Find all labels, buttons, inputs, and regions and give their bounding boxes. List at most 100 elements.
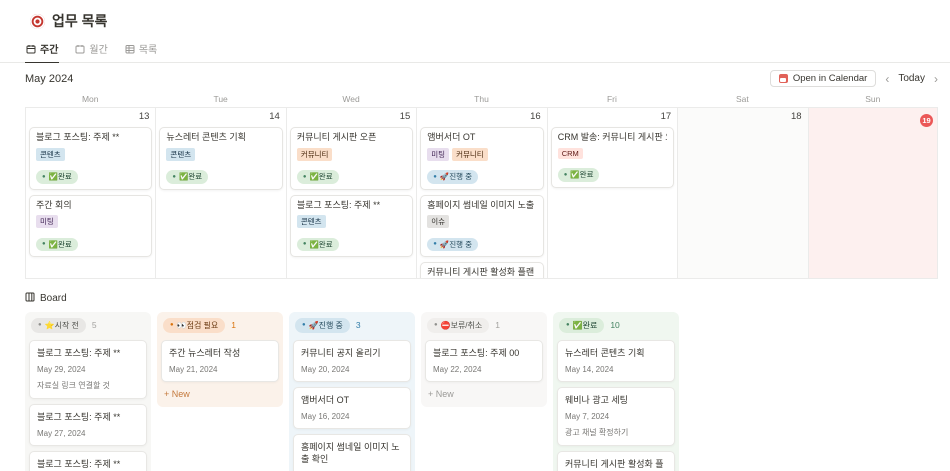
event-tag: 커뮤니티 xyxy=(452,148,488,161)
board-column-header: ●⛔보류/취소1 xyxy=(425,316,543,340)
calendar-day-cell[interactable]: 19 xyxy=(808,108,938,278)
board-card-date: May 20, 2024 xyxy=(301,365,403,374)
board-status-label: 🚀진행 중 xyxy=(309,320,343,331)
board-card[interactable]: 앰버서더 OTMay 16, 2024 xyxy=(293,387,411,429)
board-status-label: ⛔보류/취소 xyxy=(441,320,483,331)
calendar-day-cell[interactable]: 16앰버서더 OT미팅커뮤니티●🚀진행 중홈페이지 썸네일 이미지 노출 확인이… xyxy=(416,108,546,278)
new-card-button[interactable]: + New xyxy=(161,387,279,401)
month-label: May 2024 xyxy=(25,73,73,85)
board-status-pill[interactable]: ●👀점검 필요 xyxy=(163,318,225,333)
board-card-date: May 29, 2024 xyxy=(37,365,139,374)
status-dot: ● xyxy=(303,241,307,247)
board-card-title: 주간 뉴스레터 작성 xyxy=(169,347,271,359)
board-icon xyxy=(25,292,35,305)
status-label: 🚀진행 중 xyxy=(440,239,472,250)
calendar-red-icon xyxy=(779,74,788,83)
calendar-month-icon xyxy=(75,44,85,54)
calendar-event-card[interactable]: 커뮤니티 게시판 활성화 플랜커뮤니티●✅완료 xyxy=(420,262,543,278)
calendar-event-card[interactable]: 블로그 포스팅: 주제 **콘텐츠●✅완료 xyxy=(29,127,152,190)
event-status-pill: ●✅완료 xyxy=(297,238,339,252)
today-date: 19 xyxy=(809,108,937,125)
board-card[interactable]: 뉴스레터 콘텐츠 기획May 14, 2024 xyxy=(557,340,675,382)
board-card[interactable]: 블로그 포스팅: 주제 **May 29, 2024자료실 링크 연결할 것 xyxy=(29,340,147,399)
calendar-day-cell[interactable]: 15커뮤니티 게시판 오픈커뮤니티●✅완료블로그 포스팅: 주제 **콘텐츠●✅… xyxy=(286,108,416,278)
event-tag-row: 미팅 xyxy=(36,215,145,228)
board-card-date: May 14, 2024 xyxy=(565,365,667,374)
open-in-calendar-button[interactable]: Open in Calendar xyxy=(770,70,876,87)
weekday-label: Mon xyxy=(25,90,155,107)
status-label: ✅완료 xyxy=(49,239,72,250)
event-status-pill: ●🚀진행 중 xyxy=(427,170,478,184)
board-card[interactable]: 블로그 포스팅: 주제 00May 22, 2024 xyxy=(425,340,543,382)
event-tag-row: 콘텐츠 xyxy=(166,148,275,161)
board-column-count: 1 xyxy=(231,320,236,330)
board-card-title: 커뮤니티 공지 올리기 xyxy=(301,347,403,359)
board-card[interactable]: 커뮤니티 공지 올리기 May 20, 2024 xyxy=(293,340,411,382)
weekday-label: Sun xyxy=(808,90,938,107)
board-card[interactable]: 블로그 포스팅: 주제 **May 9, 2024 xyxy=(29,451,147,471)
calendar-day-cell[interactable]: 18 xyxy=(677,108,807,278)
event-status-pill: ●✅완료 xyxy=(297,170,339,184)
calendar-day-cell[interactable]: 14 뉴스레터 콘텐츠 기획콘텐츠●✅완료 xyxy=(155,108,285,278)
new-card-button[interactable]: + New xyxy=(425,387,543,401)
tab-weekly[interactable]: 주간 xyxy=(25,38,59,63)
event-tag-row: 콘텐츠 xyxy=(36,148,145,161)
calendar-event-card[interactable]: 홈페이지 썸네일 이미지 노출 확인이슈●🚀진행 중 xyxy=(420,195,543,258)
page-title: 업무 목록 xyxy=(52,11,107,31)
board-card[interactable]: 커뮤니티 게시판 활성화 플랜May 16, 2024 xyxy=(557,451,675,471)
board-card[interactable]: 웨비나 광고 세팅May 7, 2024광고 채널 확정하기 xyxy=(557,387,675,446)
calendar-event-card[interactable]: CRM 발송: 커뮤니티 게시판 오픈CRM●✅완료 xyxy=(551,127,674,188)
calendar-event-card[interactable]: 블로그 포스팅: 주제 **콘텐츠●✅완료 xyxy=(290,195,413,258)
status-label: ✅완료 xyxy=(49,171,72,182)
event-tag: 콘텐츠 xyxy=(297,215,326,228)
board-view-label: Board xyxy=(40,293,67,304)
status-dot: ● xyxy=(302,322,306,328)
board-card-date: May 22, 2024 xyxy=(433,365,535,374)
board-card[interactable]: 홈페이지 썸네일 이미지 노출 확인May 16, 2024 xyxy=(293,434,411,471)
board-status-pill[interactable]: ●✅완료 xyxy=(559,318,604,333)
board-status-label: 👀점검 필요 xyxy=(177,320,219,331)
calendar-day-cell[interactable]: 17CRM 발송: 커뮤니티 게시판 오픈CRM●✅완료 xyxy=(547,108,677,278)
event-title: 주간 회의 xyxy=(36,200,145,212)
target-icon xyxy=(30,14,45,29)
status-dot: ● xyxy=(42,241,46,247)
weekday-label: Sat xyxy=(677,90,807,107)
calendar-event-card[interactable]: 뉴스레터 콘텐츠 기획콘텐츠●✅완료 xyxy=(159,127,282,190)
board-column-count: 5 xyxy=(92,320,97,330)
board-column-header: ●✅완료10 xyxy=(557,316,675,340)
event-tag: CRM xyxy=(558,148,583,159)
board-status-pill[interactable]: ●🚀진행 중 xyxy=(295,318,350,333)
date-number: 16 xyxy=(417,108,546,125)
tab-monthly[interactable]: 월간 xyxy=(74,38,108,62)
calendar-event-card[interactable]: 주간 회의미팅 ●✅완료 xyxy=(29,195,152,258)
event-tag-row: CRM xyxy=(558,148,667,159)
event-tag: 이슈 xyxy=(427,215,449,228)
next-week-button[interactable]: › xyxy=(934,73,938,85)
event-tag: 미팅 xyxy=(36,215,58,228)
board-view-title[interactable]: Board xyxy=(25,292,950,305)
board-card[interactable]: 주간 뉴스레터 작성May 21, 2024 xyxy=(161,340,279,382)
status-label: ✅완료 xyxy=(179,171,202,182)
calendar-day-cell[interactable]: 13블로그 포스팅: 주제 **콘텐츠●✅완료주간 회의미팅●✅완료 xyxy=(25,108,155,278)
board-status-label: ✅완료 xyxy=(573,320,598,331)
prev-week-button[interactable]: ‹ xyxy=(885,73,889,85)
board-card-title: 홈페이지 썸네일 이미지 노출 확인 xyxy=(301,441,403,465)
board-card-title: 웨비나 광고 세팅 xyxy=(565,394,667,406)
today-button[interactable]: Today xyxy=(898,73,925,84)
status-dot: ● xyxy=(564,172,568,178)
date-number: 14 xyxy=(156,108,285,125)
status-dot: ● xyxy=(42,174,46,180)
board-card-date: May 16, 2024 xyxy=(301,412,403,421)
event-tag-row: 이슈 xyxy=(427,215,536,228)
board-card-title: 커뮤니티 게시판 활성화 플랜 xyxy=(565,458,667,471)
tab-list[interactable]: 목록 xyxy=(124,38,158,62)
calendar-event-card[interactable]: 커뮤니티 게시판 오픈커뮤니티●✅완료 xyxy=(290,127,413,190)
board-status-pill[interactable]: ●⭐시작 전 xyxy=(31,318,86,333)
date-number: 15 xyxy=(287,108,416,125)
calendar-week-icon xyxy=(26,44,36,54)
board-column: ●⛔보류/취소1블로그 포스팅: 주제 00May 22, 2024 + New xyxy=(421,312,547,407)
board-status-pill[interactable]: ●⛔보류/취소 xyxy=(427,318,489,333)
calendar-event-card[interactable]: 앰버서더 OT미팅커뮤니티●🚀진행 중 xyxy=(420,127,543,190)
board-card[interactable]: 블로그 포스팅: 주제 **May 27, 2024 xyxy=(29,404,147,446)
board-column: ●👀점검 필요 1 주간 뉴스레터 작성May 21, 2024 + New xyxy=(157,312,283,407)
